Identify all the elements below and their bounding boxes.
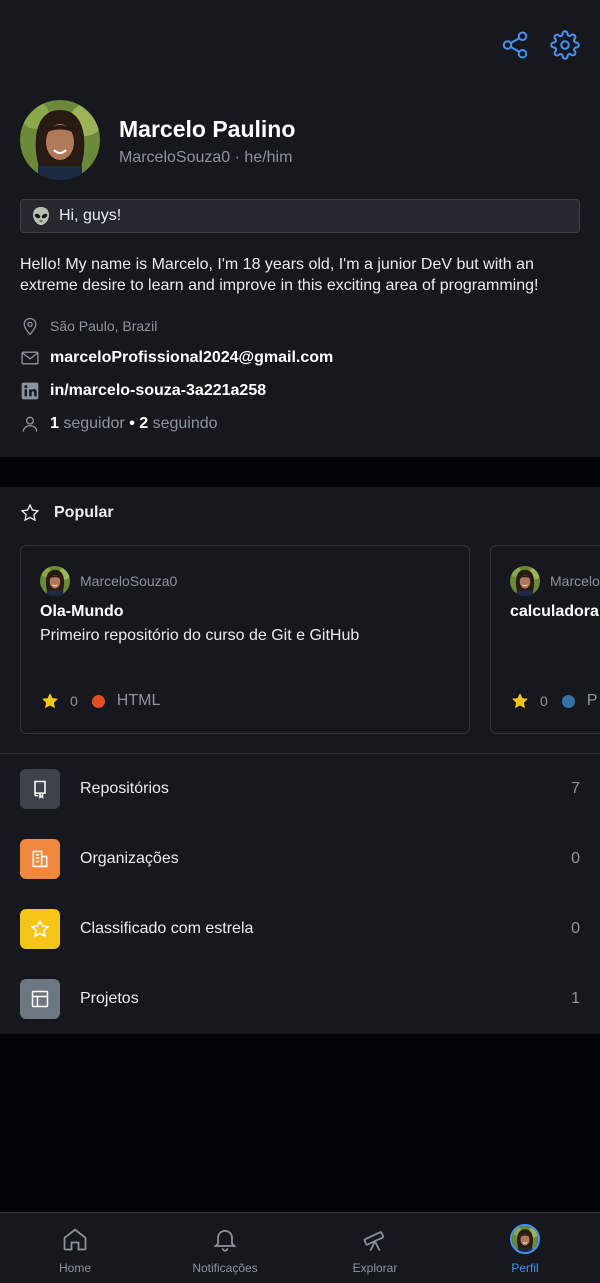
share-icon[interactable] [500, 30, 530, 60]
project-icon [20, 979, 60, 1019]
profile-avatar[interactable] [20, 100, 100, 180]
profile-name: Marcelo Paulino [119, 116, 296, 142]
location-text: São Paulo, Brazil [50, 318, 158, 334]
separator: · [234, 149, 240, 166]
nav-label: Home [58, 1261, 91, 1275]
owner-name: MarceloSouza0 [80, 573, 178, 589]
menu-item-repositories[interactable]: Repositórios 7 [0, 754, 600, 824]
repo-icon [20, 769, 60, 809]
menu-label: Projetos [80, 990, 139, 1007]
popular-heading: Popular [20, 503, 114, 523]
menu-count: 7 [571, 780, 580, 797]
menu-label: Classificado com estrela [80, 920, 254, 937]
followers-label: seguidor [63, 415, 125, 432]
telescope-icon [361, 1225, 389, 1253]
language-label: P [586, 692, 598, 709]
status-text: Hi, guys! [59, 207, 122, 224]
status-box[interactable]: Hi, guys! [20, 199, 580, 233]
language-label: HTML [116, 692, 161, 709]
menu-count: 0 [571, 920, 580, 937]
popular-title: Popular [54, 504, 114, 521]
email-row[interactable]: marceloProfissional2024@gmail.com [20, 348, 333, 368]
home-icon [61, 1225, 89, 1253]
bell-icon [211, 1225, 239, 1253]
linkedin-text[interactable]: in/marcelo-souza-3a221a258 [50, 382, 266, 400]
menu-count: 0 [571, 850, 580, 867]
star-icon [20, 909, 60, 949]
owner-avatar [510, 566, 540, 596]
nav-home[interactable]: Home [0, 1213, 150, 1283]
star-count: 0 [540, 693, 548, 709]
linkedin-icon [20, 381, 40, 401]
menu-label: Organizações [80, 850, 179, 867]
header-actions [500, 30, 580, 60]
repo-name[interactable]: calculadora [510, 603, 599, 621]
person-icon [20, 414, 40, 434]
menu-item-projects[interactable]: Projetos 1 [0, 964, 600, 1034]
following-count: 2 [139, 415, 149, 432]
nav-label: Explorar [352, 1261, 398, 1275]
repo-card[interactable]: MarceloSouza0 Ola-Mundo Primeiro reposit… [20, 545, 470, 734]
nav-label: Notificações [192, 1261, 258, 1275]
menu-item-starred[interactable]: Classificado com estrela 0 [0, 894, 600, 964]
star-filled-icon [42, 693, 58, 709]
bottom-nav: Home Notificações Explorar Perfil [0, 1212, 600, 1283]
organization-icon [20, 839, 60, 879]
language-color-dot [561, 694, 575, 708]
nav-explore[interactable]: Explorar [300, 1213, 450, 1283]
repo-owner: MarceloSouza0 [40, 566, 177, 596]
star-filled-icon [512, 693, 528, 709]
linkedin-row[interactable]: in/marcelo-souza-3a221a258 [20, 381, 266, 401]
nav-profile[interactable]: Perfil [450, 1213, 600, 1283]
avatar [510, 1224, 540, 1254]
username: MarceloSouza0 [119, 149, 231, 166]
language-color-dot [91, 694, 105, 708]
star-outline-icon [20, 503, 40, 522]
menu-label: Repositórios [80, 780, 169, 797]
repo-card[interactable]: MarceloSouza0 calculadora 0 P [490, 545, 600, 734]
profile-header: Marcelo Paulino MarceloSouza0 · he/him H… [0, 0, 600, 457]
profile-subtitle: MarceloSouza0 · he/him [119, 149, 292, 167]
pronouns: he/him [244, 149, 293, 166]
menu-count: 1 [571, 990, 580, 1007]
nav-label: Perfil [511, 1261, 539, 1275]
repo-name[interactable]: Ola-Mundo [40, 603, 124, 621]
owner-avatar [40, 566, 70, 596]
bullet: • [129, 415, 135, 432]
profile-menu: Repositórios 7 Organizações 0 Classifica… [0, 754, 600, 1034]
email-text[interactable]: marceloProfissional2024@gmail.com [50, 349, 333, 367]
alien-emoji-icon [31, 206, 51, 226]
repo-meta: 0 P [510, 691, 597, 711]
mail-icon [20, 348, 40, 368]
star-count: 0 [70, 693, 78, 709]
popular-section: Popular MarceloSouza0 Ola-Mundo Primeiro… [0, 487, 600, 753]
following-label: seguindo [152, 415, 218, 432]
repo-meta: 0 HTML [40, 691, 160, 711]
repo-description: Primeiro repositório do curso de Git e G… [40, 627, 360, 644]
location-row: São Paulo, Brazil [20, 316, 157, 336]
gear-icon[interactable] [550, 30, 580, 60]
followers-count: 1 [50, 415, 59, 432]
location-pin-icon [20, 316, 40, 336]
menu-item-organizations[interactable]: Organizações 0 [0, 824, 600, 894]
followers-text[interactable]: 1 seguidor • 2 seguindo [50, 415, 218, 433]
followers-row[interactable]: 1 seguidor • 2 seguindo [20, 414, 218, 434]
nav-notifications[interactable]: Notificações [150, 1213, 300, 1283]
repo-owner: MarceloSouza0 [510, 566, 600, 596]
profile-bio: Hello! My name is Marcelo, I'm 18 years … [20, 256, 539, 294]
owner-name: MarceloSouza0 [550, 573, 600, 589]
